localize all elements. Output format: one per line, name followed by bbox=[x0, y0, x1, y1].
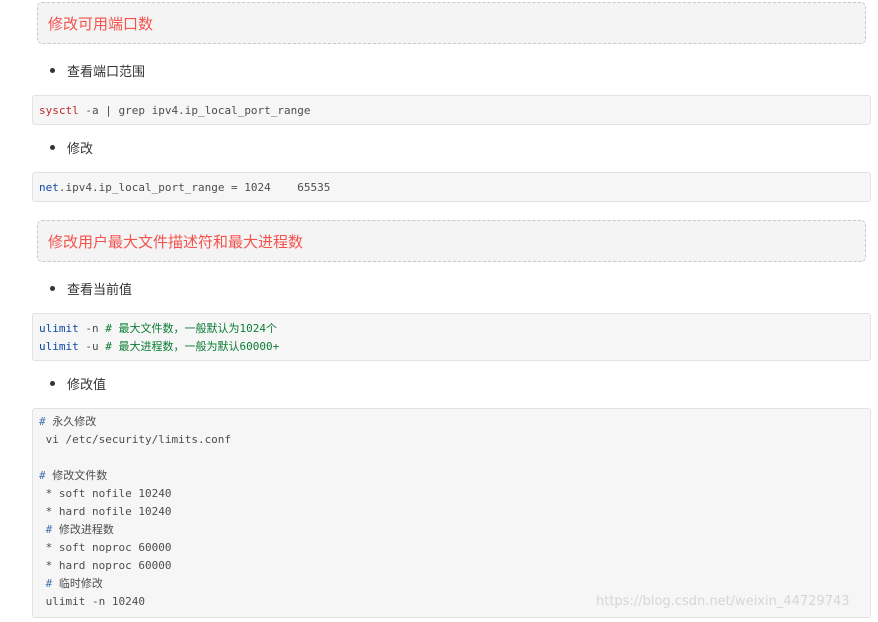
code-line: # 修改文件数 bbox=[39, 467, 870, 485]
code-hash: # bbox=[39, 469, 46, 482]
bullet-dot bbox=[50, 286, 55, 291]
bullet-modify-port: 修改 bbox=[50, 140, 93, 160]
code-line: # 永久修改 bbox=[39, 413, 870, 431]
bullet-view-port-range-text: 查看端口范围 bbox=[67, 65, 146, 80]
bullet-modify-port-text: 修改 bbox=[67, 142, 94, 157]
code-hash: # bbox=[45, 577, 53, 590]
code-line: * soft nofile 10240 bbox=[39, 487, 172, 500]
code-line: # 修改进程数 bbox=[39, 521, 870, 539]
bullet-dot bbox=[50, 68, 55, 73]
heading-port-count: 修改可用端口数 bbox=[37, 2, 866, 44]
code-comment: 永久修改 bbox=[52, 415, 97, 428]
bullet-view-current-text: 查看当前值 bbox=[67, 283, 133, 298]
code-block-ulimit-view[interactable]: ulimit -n # 最大文件数，一般默认为1024个 ulimit -u #… bbox=[32, 313, 871, 361]
bullet-view-current: 查看当前值 bbox=[50, 281, 132, 301]
code-line: net.ipv4.ip_local_port_range = 1024 6553… bbox=[39, 179, 870, 197]
bullet-modify-value: 修改值 bbox=[50, 376, 106, 396]
code-block-sysctl[interactable]: sysctl -a | grep ipv4.ip_local_port_rang… bbox=[32, 95, 871, 125]
heading-port-count-text: 修改可用端口数 bbox=[48, 15, 154, 33]
code-args: -u bbox=[78, 340, 106, 353]
code-line: vi /etc/security/limits.conf bbox=[39, 433, 232, 446]
code-command: ulimit bbox=[39, 322, 79, 335]
bullet-dot bbox=[50, 145, 55, 150]
code-block-limits-conf[interactable]: # 永久修改 vi /etc/security/limits.conf # 修改… bbox=[32, 408, 871, 618]
code-line: ulimit -n # 最大文件数，一般默认为1024个 bbox=[39, 320, 870, 338]
code-hash: # bbox=[39, 415, 46, 428]
heading-limits: 修改用户最大文件描述符和最大进程数 bbox=[37, 220, 866, 262]
bullet-view-port-range: 查看端口范围 bbox=[50, 63, 145, 83]
heading-limits-text: 修改用户最大文件描述符和最大进程数 bbox=[48, 233, 304, 251]
code-key: net bbox=[39, 181, 59, 194]
code-args: -a | grep ipv4.ip_local_port_range bbox=[78, 104, 311, 117]
code-args: -n bbox=[78, 322, 106, 335]
code-line: * hard nofile 10240 bbox=[39, 505, 172, 518]
code-line: * soft noproc 60000 bbox=[39, 541, 172, 554]
code-line: ulimit -u # 最大进程数，一般为默认60000+ bbox=[39, 338, 870, 356]
bullet-modify-value-text: 修改值 bbox=[67, 378, 107, 393]
code-comment: # 最大文件数，一般默认为1024个 bbox=[105, 322, 277, 335]
code-comment: # 最大进程数，一般为默认60000+ bbox=[105, 340, 280, 353]
code-block-port-range[interactable]: net.ipv4.ip_local_port_range = 1024 6553… bbox=[32, 172, 871, 202]
watermark: https://blog.csdn.net/weixin_44729743 bbox=[596, 594, 850, 609]
code-comment: 修改文件数 bbox=[52, 469, 108, 482]
code-command: ulimit bbox=[39, 340, 79, 353]
code-value: .ipv4.ip_local_port_range = 1024 65535 bbox=[58, 181, 331, 194]
code-command: sysctl bbox=[39, 104, 79, 117]
code-line: # 临时修改 bbox=[39, 575, 870, 593]
code-comment: 修改进程数 bbox=[58, 523, 114, 536]
code-comment: 临时修改 bbox=[58, 577, 103, 590]
code-line: sysctl -a | grep ipv4.ip_local_port_rang… bbox=[39, 102, 870, 120]
bullet-dot bbox=[50, 381, 55, 386]
code-hash: # bbox=[45, 523, 53, 536]
code-line: * hard noproc 60000 bbox=[39, 559, 172, 572]
